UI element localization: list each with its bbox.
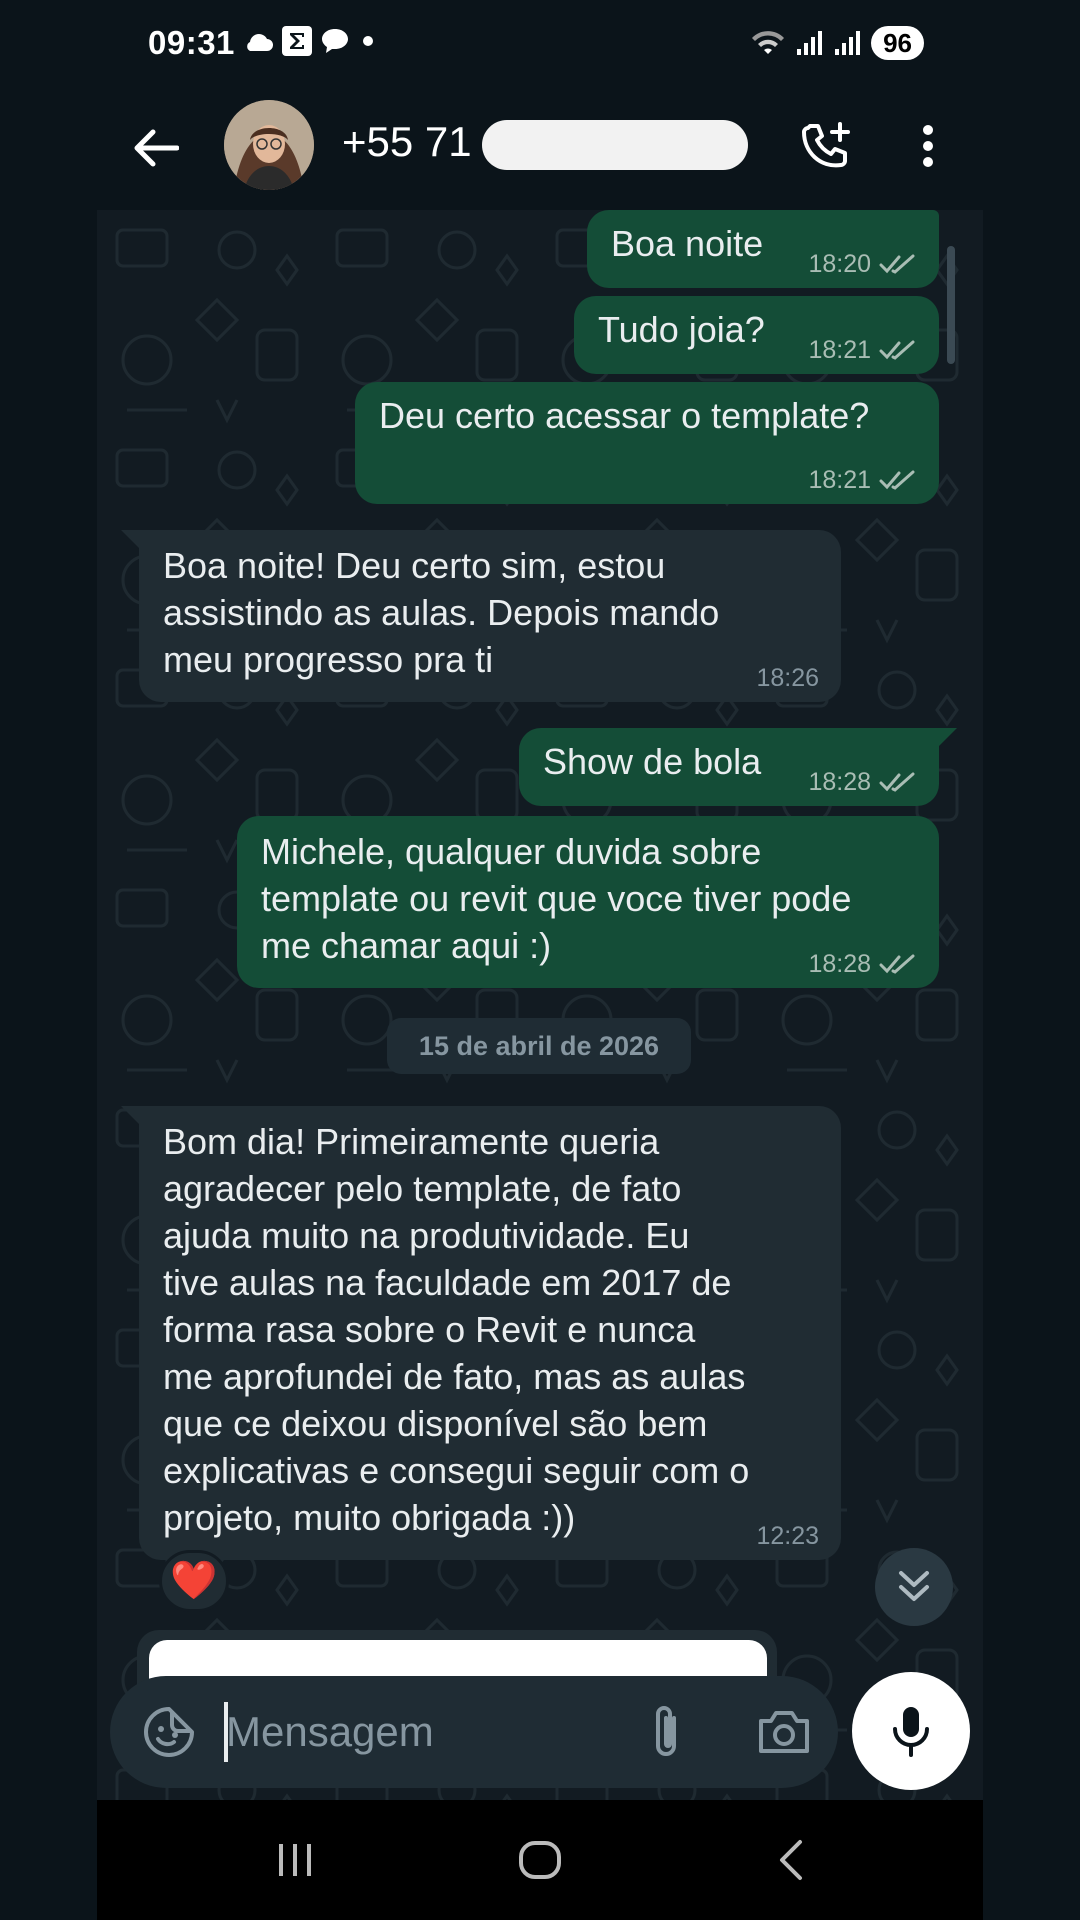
message-bubble-outgoing[interactable]: Show de bola 18:28 (519, 728, 939, 806)
message-text: Deu certo acessar o template? (379, 395, 870, 436)
message-meta: 18:28 (808, 768, 917, 796)
more-vert-icon (923, 125, 933, 167)
message-bubble-outgoing[interactable]: Tudo joia? 18:21 (574, 296, 939, 374)
camera-icon (759, 1711, 809, 1753)
message-meta: 18:20 (808, 250, 917, 278)
date-separator: 15 de abril de 2026 (387, 1018, 691, 1074)
recent-apps-button[interactable] (255, 1830, 335, 1890)
chat-header: +55 71 (0, 90, 1080, 210)
redacted-number (482, 120, 748, 170)
reaction-badge[interactable]: ❤️ (159, 1550, 229, 1612)
dot-icon (363, 36, 373, 46)
sigma-app-icon (282, 26, 312, 56)
message-meta: 18:28 (808, 950, 917, 978)
double-chevron-down-icon (899, 1571, 929, 1601)
battery-level: 96 (871, 26, 924, 60)
message-input[interactable] (226, 1700, 606, 1764)
wifi-icon (752, 31, 785, 54)
message-meta: 18:21 (808, 466, 917, 494)
signal-icon (835, 31, 861, 55)
composer (110, 1676, 838, 1788)
avatar[interactable] (224, 100, 314, 190)
back-button[interactable] (128, 120, 184, 176)
emoji-sticker-button[interactable] (140, 1703, 198, 1761)
signal-icon (797, 31, 823, 55)
more-options-button[interactable] (908, 116, 948, 176)
message-text: Michele, qualquer duvida sobre template … (261, 831, 852, 966)
message-bubble-incoming[interactable]: Boa noite! Deu certo sim, estou assistin… (139, 530, 841, 702)
chat-bubble-icon (322, 29, 348, 53)
read-ticks-icon (879, 772, 915, 792)
cloud-icon (247, 34, 273, 51)
back-nav-icon (780, 1840, 802, 1880)
read-ticks-icon (879, 954, 915, 974)
microphone-icon (893, 1707, 929, 1757)
bubble-tail (121, 530, 139, 548)
message-time: 12:23 (756, 1522, 819, 1550)
status-bar: 09:31 96 (0, 0, 1080, 90)
message-meta: 12:23 (756, 1522, 819, 1550)
voice-message-button[interactable] (852, 1672, 970, 1790)
message-list[interactable]: Boa noite 18:20 Tudo joia? 18:21 Deu cer… (97, 210, 983, 1800)
sticker-icon (144, 1707, 194, 1757)
paperclip-icon (656, 1706, 676, 1756)
home-button[interactable] (500, 1830, 580, 1890)
message-text: Bom dia! Primeiramente queria agradecer … (163, 1121, 750, 1538)
message-bubble-outgoing[interactable]: Deu certo acessar o template? 18:21 (355, 382, 939, 504)
message-time: 18:21 (808, 336, 871, 364)
contact-name[interactable]: +55 71 (342, 118, 472, 166)
message-text: Boa noite! Deu certo sim, estou assistin… (163, 545, 720, 680)
read-ticks-icon (879, 254, 915, 274)
message-bubble-outgoing[interactable]: Boa noite 18:20 (587, 210, 939, 288)
bubble-tail (121, 1106, 139, 1124)
message-meta: 18:21 (808, 336, 917, 364)
heart-reaction-icon: ❤️ (170, 1560, 218, 1602)
system-navigation-bar (97, 1800, 983, 1920)
recent-apps-icon (279, 1844, 311, 1876)
message-text: Boa noite (611, 223, 764, 264)
read-ticks-icon (879, 470, 915, 490)
read-ticks-icon (879, 340, 915, 360)
message-bubble-outgoing[interactable]: Michele, qualquer duvida sobre template … (237, 816, 939, 988)
notification-icons (242, 26, 378, 56)
status-time: 09:31 (148, 24, 235, 61)
bubble-tail (939, 728, 957, 746)
message-bubble-incoming[interactable]: Bom dia! Primeiramente queria agradecer … (139, 1106, 841, 1560)
add-call-button[interactable] (796, 116, 856, 176)
camera-button[interactable] (754, 1702, 814, 1762)
message-time: 18:28 (808, 768, 871, 796)
attach-button[interactable] (636, 1702, 696, 1762)
message-text: Show de bola (543, 741, 762, 782)
message-meta: 18:26 (756, 664, 819, 692)
message-time: 18:20 (808, 250, 871, 278)
message-time: 18:28 (808, 950, 871, 978)
scroll-to-bottom-button[interactable] (875, 1548, 953, 1626)
scrollbar[interactable] (947, 246, 955, 364)
back-nav-button[interactable] (751, 1830, 831, 1890)
add-call-icon (802, 122, 850, 168)
message-time: 18:26 (756, 664, 819, 692)
system-icons: 96 (751, 26, 924, 60)
message-time: 18:21 (808, 466, 871, 494)
back-arrow-icon (134, 129, 179, 167)
message-text: Tudo joia? (598, 309, 765, 350)
home-icon (519, 1841, 561, 1879)
